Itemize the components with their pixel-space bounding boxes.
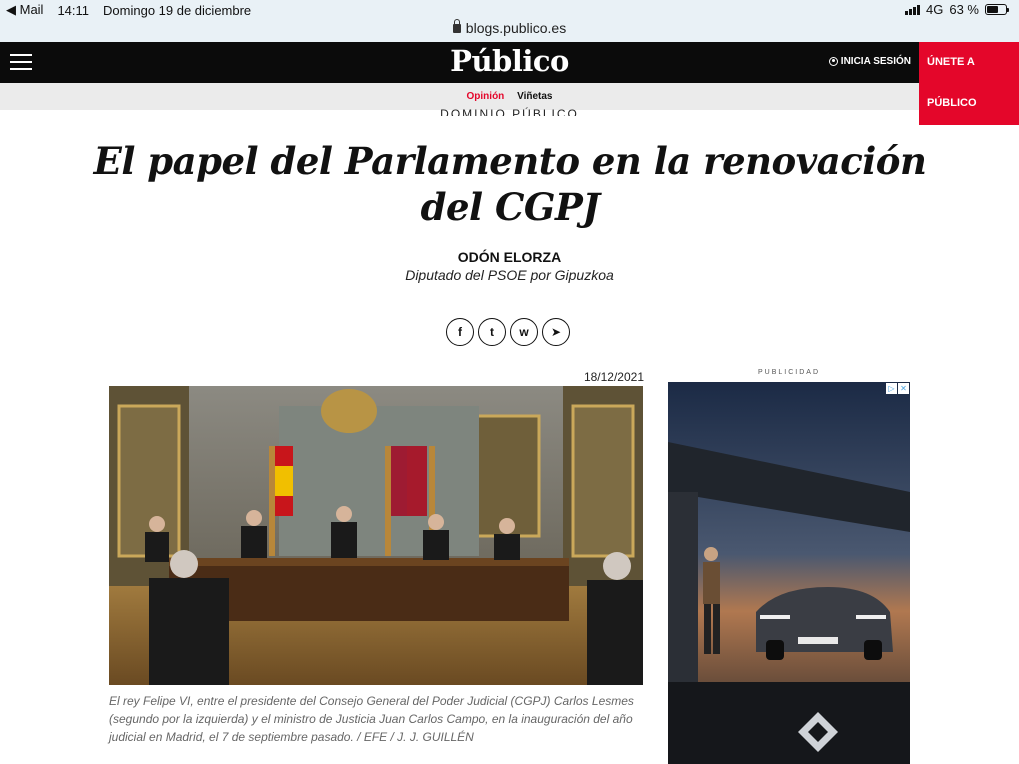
ad-info-icon[interactable]: ▷: [886, 383, 897, 394]
author-role: Diputado del PSOE por Gipuzkoa: [405, 267, 614, 283]
nav-item-vinetas[interactable]: Viñetas: [517, 91, 552, 102]
signal-icon: [905, 4, 921, 15]
status-time: 14:11: [57, 2, 90, 18]
lock-icon: [452, 19, 461, 33]
site-header: Público INICIA SESIÓN: [0, 42, 1019, 83]
ad-label: PUBLICIDAD: [757, 369, 820, 376]
nav-item-opinion[interactable]: Opinión: [467, 91, 505, 102]
status-date: Domingo 19 de diciembre: [103, 2, 252, 18]
article-date: 18/12/2021: [583, 370, 644, 384]
twitter-share-button[interactable]: t: [478, 318, 506, 346]
user-icon: [828, 57, 838, 66]
ad-car-image: [668, 382, 910, 764]
ad-close-icon[interactable]: ✕: [898, 383, 909, 394]
facebook-share-button[interactable]: f: [446, 318, 474, 346]
battery-icon: [985, 4, 1009, 15]
advertisement[interactable]: ▷ ✕: [668, 382, 910, 764]
courtroom-scene: [109, 386, 643, 685]
telegram-share-button[interactable]: ➤: [542, 318, 570, 346]
article-photo[interactable]: [109, 386, 643, 685]
logo-link[interactable]: Público: [450, 44, 569, 78]
whatsapp-share-button[interactable]: w: [510, 318, 538, 346]
article-title: El papel del Parlamento en la renovación…: [93, 139, 927, 229]
menu-icon[interactable]: [10, 54, 32, 70]
join-button[interactable]: ÚNETE A PÚBLICO: [919, 42, 1019, 125]
twitter-icon: t: [490, 325, 494, 339]
network-type: 4G: [926, 2, 944, 17]
facebook-icon: f: [458, 325, 462, 339]
telegram-icon: ➤: [550, 325, 562, 339]
login-label: INICIA SESIÓN: [840, 56, 911, 67]
back-app-label: Mail: [19, 2, 44, 17]
photo-caption: El rey Felipe VI, entre el presidente de…: [109, 694, 634, 744]
whatsapp-icon: w: [519, 325, 529, 339]
url-text: blogs.publico.es: [465, 20, 567, 36]
share-buttons: f t w ➤: [446, 318, 570, 346]
back-to-app-link[interactable]: ◀ Mail: [6, 2, 43, 18]
author-name[interactable]: ODÓN ELORZA: [0, 249, 1019, 265]
address-bar[interactable]: blogs.publico.es: [0, 19, 1019, 36]
join-label-line1: ÚNETE A: [927, 56, 975, 68]
join-label-line2: PÚBLICO: [927, 97, 977, 109]
login-button[interactable]: INICIA SESIÓN: [828, 56, 911, 67]
article-section: DOMINIO PÚBLICO: [440, 107, 579, 116]
battery-percent: 63 %: [949, 2, 979, 17]
